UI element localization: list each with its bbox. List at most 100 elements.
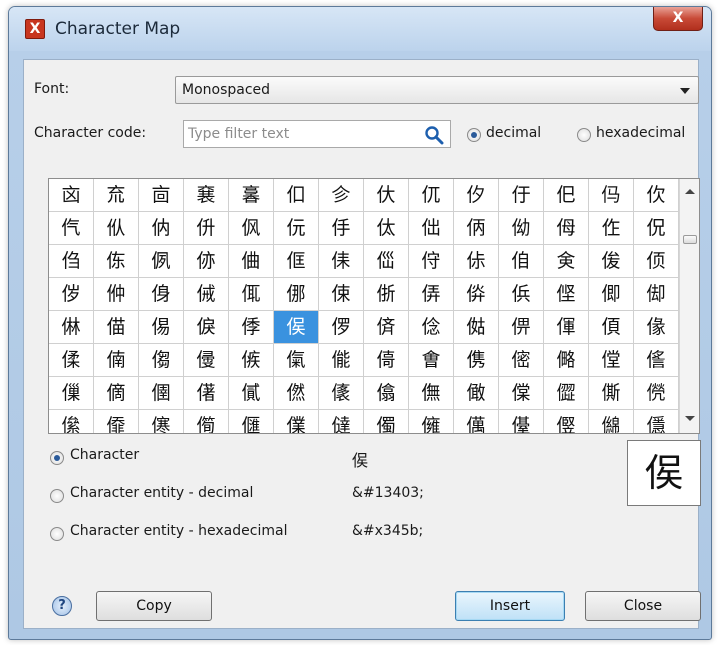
char-cell[interactable]: 㑓 [589, 245, 634, 278]
char-cell[interactable]: 㑘 [184, 278, 229, 311]
title-bar[interactable]: X Character Map X [9, 7, 711, 51]
char-cell[interactable]: 㐻 [139, 212, 184, 245]
char-cell[interactable]: 㑄 [544, 212, 589, 245]
char-cell[interactable]: 㐷 [589, 179, 634, 212]
char-cell[interactable]: 㑾 [634, 344, 679, 377]
char-cell[interactable]: 㐺 [94, 212, 139, 245]
char-cell[interactable]: 㐾 [274, 212, 319, 245]
char-cell[interactable]: 㐱 [319, 179, 364, 212]
output-entity-hex-label[interactable]: Character entity - hexadecimal [70, 523, 287, 539]
char-cell[interactable]: 㑤 [94, 311, 139, 344]
char-cell[interactable]: 㐮 [184, 179, 229, 212]
char-cell[interactable]: 㐭 [139, 179, 184, 212]
close-button[interactable]: Close [585, 591, 701, 621]
char-cell[interactable]: 㒚 [634, 410, 679, 433]
char-cell[interactable]: 㐸 [634, 179, 679, 212]
char-cell[interactable]: 㑛 [319, 278, 364, 311]
char-cell[interactable]: 㐳 [409, 179, 454, 212]
char-cell[interactable]: 㑥 [139, 311, 184, 344]
char-cell[interactable]: 㑶 [274, 344, 319, 377]
char-cell[interactable]: 㒖 [454, 410, 499, 433]
char-cell[interactable]: 㑐 [454, 245, 499, 278]
char-cell[interactable]: 㑲 [94, 344, 139, 377]
char-cell[interactable]: 㑧 [229, 311, 274, 344]
char-cell[interactable]: 㑡 [589, 278, 634, 311]
output-entity-decimal-label[interactable]: Character entity - decimal [70, 485, 253, 501]
char-cell[interactable]: 㒏 [139, 410, 184, 433]
char-cell[interactable]: 㑜 [364, 278, 409, 311]
char-cell[interactable]: 㑌 [274, 245, 319, 278]
char-cell[interactable]: 㑞 [454, 278, 499, 311]
char-cell[interactable]: 㑃 [499, 212, 544, 245]
radio-decimal[interactable] [467, 128, 481, 142]
char-cell[interactable]: 㒙 [589, 410, 634, 433]
char-cell[interactable]: 㑒 [544, 245, 589, 278]
char-cell[interactable]: 㒀 [94, 377, 139, 410]
char-cell[interactable]: 㑊 [184, 245, 229, 278]
font-dropdown[interactable]: Monospaced [175, 76, 699, 104]
char-cell[interactable]: 㒇 [409, 377, 454, 410]
char-cell[interactable]: 㐯 [229, 179, 274, 212]
char-cell[interactable]: 㐽 [229, 212, 274, 245]
char-cell[interactable]: 㑗 [139, 278, 184, 311]
insert-button[interactable]: Insert [455, 591, 565, 621]
help-icon[interactable]: ? [52, 596, 72, 616]
char-cell[interactable]: 㑢 [634, 278, 679, 311]
char-cell[interactable]: 㑬 [454, 311, 499, 344]
char-cell[interactable]: 㑸 [364, 344, 409, 377]
char-cell[interactable]: 㒕 [409, 410, 454, 433]
char-cell[interactable]: 㒋 [589, 377, 634, 410]
char-cell[interactable]: 㒌 [634, 377, 679, 410]
grid-scrollbar[interactable] [679, 179, 699, 433]
char-cell[interactable]: 㒗 [499, 410, 544, 433]
radio-output-character[interactable] [50, 451, 64, 465]
radio-hexadecimal[interactable] [577, 128, 591, 142]
char-cell[interactable]: 㐵 [499, 179, 544, 212]
char-cell[interactable]: 㑂 [454, 212, 499, 245]
char-cell[interactable]: 㑣 [49, 311, 94, 344]
char-cell[interactable]: 㑳 [139, 344, 184, 377]
char-cell[interactable]: 㑺 [454, 344, 499, 377]
char-cell[interactable]: 㑠 [544, 278, 589, 311]
scroll-down-arrow-icon[interactable] [685, 416, 695, 421]
char-cell[interactable]: 㒅 [319, 377, 364, 410]
char-cell[interactable]: 㑎 [364, 245, 409, 278]
char-cell[interactable]: 㑆 [634, 212, 679, 245]
search-icon[interactable] [424, 125, 444, 145]
char-cell[interactable]: 㒍 [49, 410, 94, 433]
char-cell[interactable]: 㒑 [229, 410, 274, 433]
char-cell[interactable]: 㐹 [49, 212, 94, 245]
char-cell[interactable]: 㒐 [184, 410, 229, 433]
char-cell[interactable]: 㒆 [364, 377, 409, 410]
radio-hexadecimal-label[interactable]: hexadecimal [596, 125, 685, 141]
char-cell[interactable]: 㑅 [589, 212, 634, 245]
char-cell[interactable]: 㑹 [409, 344, 454, 377]
char-cell[interactable]: 㑪 [364, 311, 409, 344]
scrollbar-thumb[interactable] [683, 235, 697, 244]
char-cell[interactable]: 㑀 [364, 212, 409, 245]
char-cell[interactable]: 㑱 [49, 344, 94, 377]
char-cell[interactable]: 㑭 [499, 311, 544, 344]
output-character-label[interactable]: Character [70, 447, 139, 463]
char-cell[interactable]: 㑰 [634, 311, 679, 344]
char-cell[interactable]: 㐬 [94, 179, 139, 212]
char-cell[interactable]: 㐴 [454, 179, 499, 212]
char-cell[interactable]: 㒈 [454, 377, 499, 410]
radio-output-entity-hex[interactable] [50, 527, 64, 541]
char-cell[interactable]: 㑵 [229, 344, 274, 377]
char-cell[interactable]: 㑝 [409, 278, 454, 311]
char-cell[interactable]: 㑙 [229, 278, 274, 311]
char-cell[interactable]: 㑯 [589, 311, 634, 344]
filter-input[interactable]: Type filter text [183, 120, 451, 148]
char-cell[interactable]: 㑫 [409, 311, 454, 344]
char-cell[interactable]: 㑩 [319, 311, 364, 344]
char-cell[interactable]: 㐼 [184, 212, 229, 245]
char-cell[interactable]: 㑑 [499, 245, 544, 278]
char-cell[interactable]: 㐲 [364, 179, 409, 212]
char-cell[interactable]: 㑟 [499, 278, 544, 311]
char-cell[interactable]: 㑦 [184, 311, 229, 344]
char-cell[interactable]: 㑻 [499, 344, 544, 377]
radio-decimal-label[interactable]: decimal [486, 125, 541, 141]
char-cell[interactable]: 㒃 [229, 377, 274, 410]
char-cell[interactable]: 㑔 [634, 245, 679, 278]
